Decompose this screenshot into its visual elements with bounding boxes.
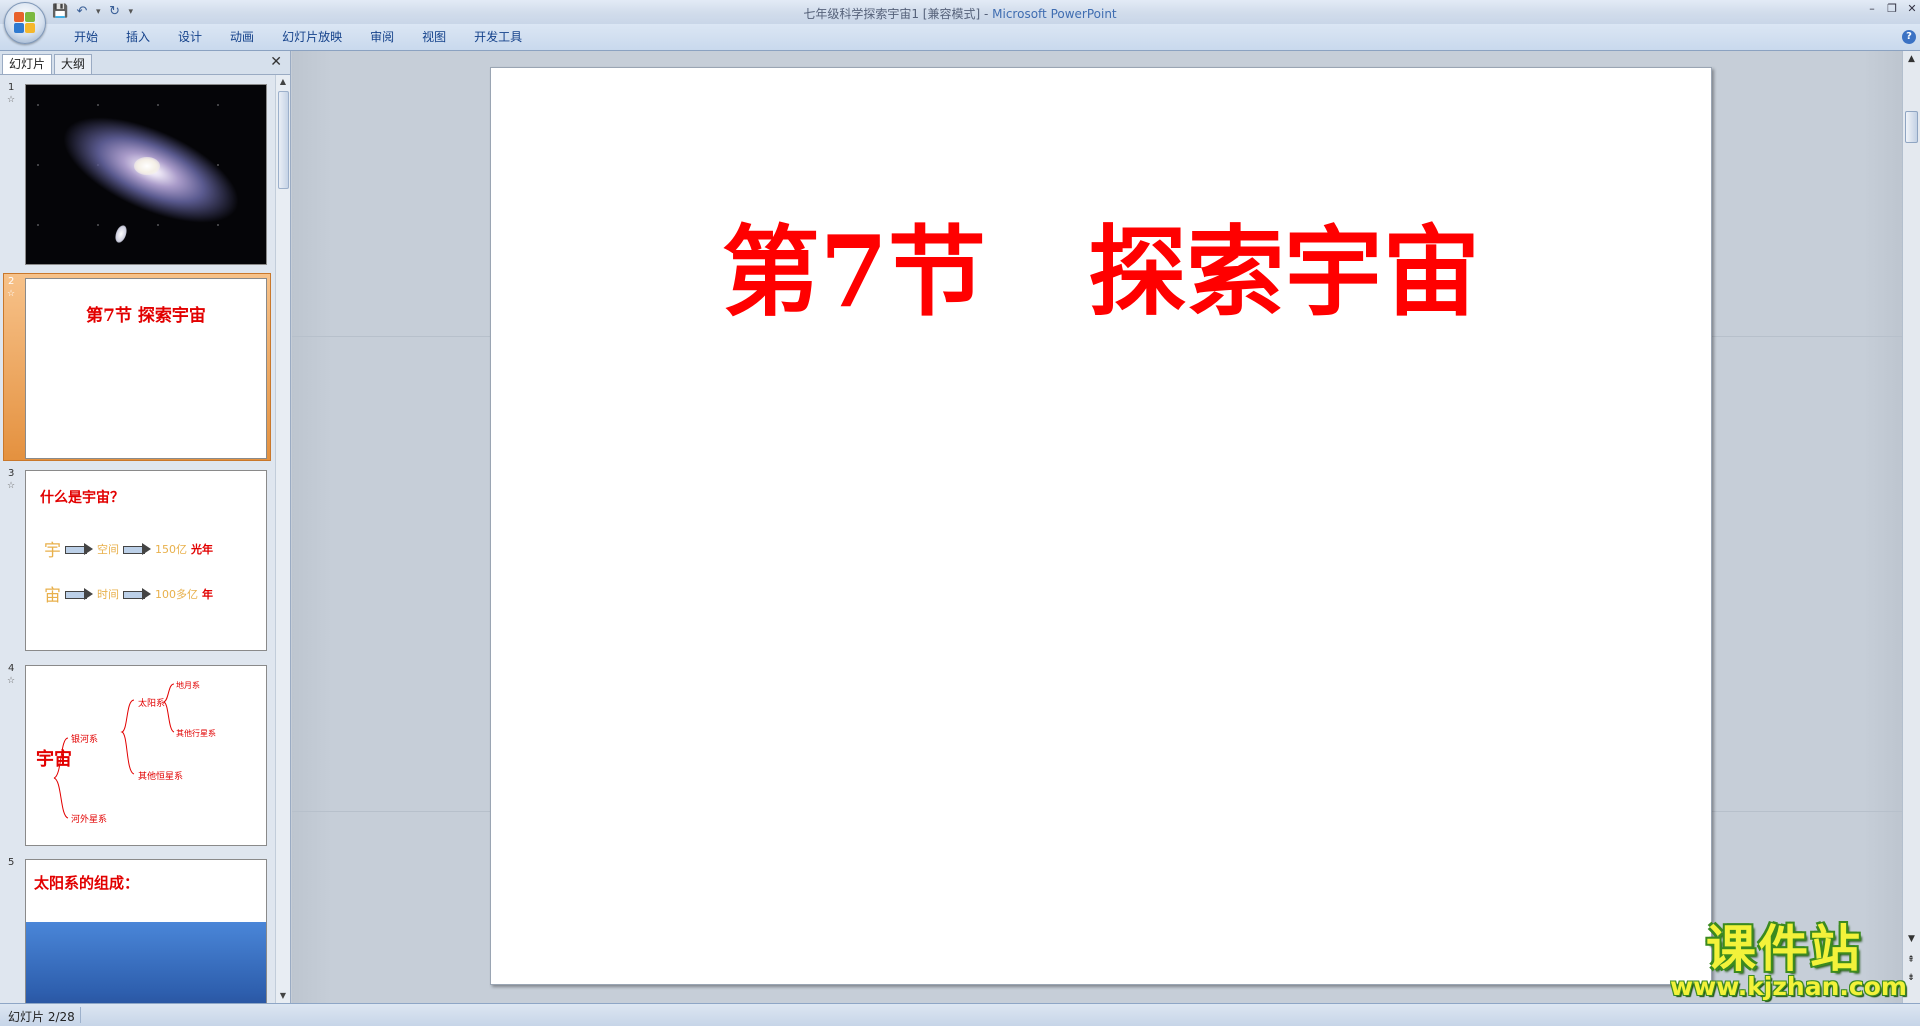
tab-review[interactable]: 审阅 xyxy=(356,29,408,45)
animation-star-icon: ☆ xyxy=(7,676,16,686)
scroll-up-icon[interactable]: ▲ xyxy=(276,75,290,89)
slide-counter: 幻灯片 2/28 xyxy=(8,1010,75,1024)
thumb-text: 年 xyxy=(202,587,213,601)
thumb-text: 太阳系 xyxy=(138,699,166,709)
slide-editing-area: 第7节 探索宇宙 xyxy=(292,51,1903,1003)
tab-animation[interactable]: 动画 xyxy=(216,29,268,45)
slide-thumbnail-5[interactable]: 5 太阳系的组成： xyxy=(4,855,270,1003)
arrow-icon xyxy=(65,542,93,555)
status-divider xyxy=(80,1007,81,1023)
thumb-text: 光年 xyxy=(191,542,213,556)
close-window-button[interactable]: ✕ xyxy=(1906,2,1918,15)
previous-slide-icon[interactable]: ⇞ xyxy=(1904,953,1918,967)
app-name: Microsoft PowerPoint xyxy=(992,7,1117,21)
thumb-row: 宙 时间 100多亿 年 xyxy=(44,581,213,606)
thumb-text: 时间 xyxy=(97,587,119,601)
document-name: 七年级科学探索宇宙1 [兼容模式] xyxy=(803,7,981,21)
thumb-title: 太阳系的组成： xyxy=(34,874,140,892)
thumb-text: 其他行星系 xyxy=(176,729,216,738)
thumb-text: 河外星系 xyxy=(71,815,108,825)
minimize-button[interactable]: – xyxy=(1866,2,1878,15)
scrollbar-thumb[interactable] xyxy=(1905,111,1918,143)
window-controls: – ❐ ✕ xyxy=(1866,2,1918,15)
scrollbar-thumb[interactable] xyxy=(278,91,289,189)
thumb-text: 宙 xyxy=(44,586,61,606)
pane-tabs: 幻灯片 大纲 ✕ xyxy=(0,51,290,75)
slide-4-preview: 宇宙 银河系 太阳系 地月系 其他行星系 其他恒星系 河外星系 xyxy=(25,665,267,846)
slide-thumbnail-list: 1 ☆ 2 ☆ 第7节 探索宇宙 3 ☆ 什么是宇宙？ 宇 空间 150亿 光年… xyxy=(0,75,274,1003)
status-bar: 幻灯片 2/28 xyxy=(0,1003,1920,1026)
slides-pane: 幻灯片 大纲 ✕ 1 ☆ 2 ☆ 第7节 探索宇宙 3 ☆ 什么是宇宙？ 宇 空… xyxy=(0,51,291,1003)
tab-outline[interactable]: 大纲 xyxy=(54,54,93,74)
slide-5-preview: 太阳系的组成： xyxy=(25,859,267,1003)
thumb-text: 其他恒星系 xyxy=(138,772,184,782)
thumb-big-text: 宇宙 xyxy=(36,749,72,770)
slide-thumbnail-1[interactable]: 1 ☆ xyxy=(4,80,270,266)
arrow-icon xyxy=(123,587,151,600)
thumb-title: 第7节 探索宇宙 xyxy=(86,306,206,326)
office-button[interactable] xyxy=(4,2,46,44)
scroll-down-icon[interactable]: ▼ xyxy=(1903,931,1920,947)
title-separator: - xyxy=(980,7,993,21)
solar-system-image xyxy=(26,922,266,1003)
slide-thumbnail-3[interactable]: 3 ☆ 什么是宇宙？ 宇 空间 150亿 光年 宙 时间 100多亿 年 xyxy=(4,466,270,652)
slide-thumbnail-4[interactable]: 4 ☆ 宇宙 银河系 太阳系 地月系 其他行星系 其他恒星系 河外星系 xyxy=(4,661,270,847)
watermark-url: www.kjzhan.com xyxy=(1670,972,1907,1001)
scroll-up-icon[interactable]: ▲ xyxy=(1903,51,1920,67)
close-pane-icon[interactable]: ✕ xyxy=(270,54,282,70)
current-slide[interactable]: 第7节 探索宇宙 xyxy=(490,67,1712,985)
ribbon-tab-bar: 开始 插入 设计 动画 幻灯片放映 审阅 视图 开发工具 ? xyxy=(0,24,1920,51)
pane-scrollbar[interactable]: ▲ ▼ xyxy=(275,75,290,1003)
thumb-text: 100多亿 xyxy=(155,587,198,601)
animation-star-icon: ☆ xyxy=(7,95,16,105)
slide-number: 5 xyxy=(8,857,15,868)
arrow-icon xyxy=(123,542,151,555)
restore-button[interactable]: ❐ xyxy=(1886,2,1898,15)
animation-star-icon: ☆ xyxy=(7,481,16,491)
tab-view[interactable]: 视图 xyxy=(408,29,460,45)
slide-2-preview: 第7节 探索宇宙 xyxy=(25,278,267,459)
slide-number: 1 xyxy=(8,82,15,93)
editor-vertical-scrollbar[interactable]: ▲ ▼ ⇞ ⇟ xyxy=(1902,51,1920,1003)
slide-number: 2 xyxy=(8,276,15,287)
office-logo-icon xyxy=(14,12,36,34)
slide-thumbnail-2[interactable]: 2 ☆ 第7节 探索宇宙 xyxy=(3,273,271,461)
tab-slides[interactable]: 幻灯片 xyxy=(2,54,53,74)
thumb-text: 空间 xyxy=(97,542,119,556)
tab-insert[interactable]: 插入 xyxy=(112,29,164,45)
thumb-text: 宇 xyxy=(44,541,61,561)
slide-number: 4 xyxy=(8,663,15,674)
slide-title[interactable]: 第7节 探索宇宙 xyxy=(491,193,1711,335)
arrow-icon xyxy=(65,587,93,600)
tab-home[interactable]: 开始 xyxy=(60,29,112,45)
slide-number: 3 xyxy=(8,468,15,479)
thumb-text: 地月系 xyxy=(176,681,200,690)
thumb-text: 银河系 xyxy=(71,735,99,745)
thumb-text: 150亿 xyxy=(155,542,187,556)
window-title: 七年级科学探索宇宙1 [兼容模式] - Microsoft PowerPoint xyxy=(0,5,1920,22)
scroll-down-icon[interactable]: ▼ xyxy=(276,989,290,1003)
galaxy-image xyxy=(25,84,267,265)
help-icon[interactable]: ? xyxy=(1902,30,1916,44)
title-bar: 💾 ↶ ▾ ↻ ▾ 七年级科学探索宇宙1 [兼容模式] - Microsoft … xyxy=(0,0,1920,44)
thumb-row: 宇 空间 150亿 光年 xyxy=(44,536,213,561)
tab-developer[interactable]: 开发工具 xyxy=(460,29,536,45)
animation-star-icon: ☆ xyxy=(7,289,16,299)
thumb-title: 什么是宇宙？ xyxy=(40,490,124,506)
site-watermark-logo: 课件站 www.kjzhan.com xyxy=(1670,919,1907,1001)
watermark-text: 课件站 xyxy=(1706,919,1862,978)
tab-design[interactable]: 设计 xyxy=(164,29,216,45)
tab-slideshow[interactable]: 幻灯片放映 xyxy=(268,29,356,45)
slide-3-preview: 什么是宇宙？ 宇 空间 150亿 光年 宙 时间 100多亿 年 xyxy=(25,470,267,651)
